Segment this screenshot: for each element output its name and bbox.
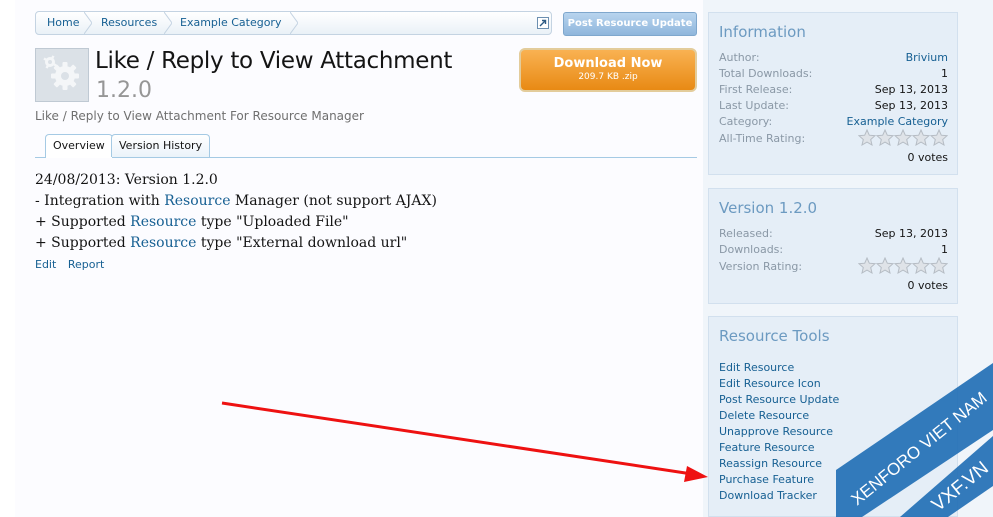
description-text: 24/08/2013: Version 1.2.0 [35, 172, 218, 188]
download-label: Download Now [553, 56, 663, 71]
tabs-divider [35, 157, 697, 158]
star-icon[interactable] [857, 128, 877, 147]
breadcrumb-separator-icon [164, 12, 172, 34]
tab-version-history[interactable]: Version History [111, 134, 211, 157]
resource-tools-block: Resource Tools Edit Resource Edit Resourc… [708, 316, 958, 517]
information-block: Information Author: Brivium Total Downlo… [708, 12, 958, 175]
star-icon[interactable] [911, 128, 931, 147]
resource-tool-link[interactable]: Post Resource Update [719, 393, 839, 406]
resource-tools-title: Resource Tools [719, 327, 830, 345]
description-text: - Integration with [35, 193, 165, 209]
version-title: Version 1.2.0 [719, 199, 818, 217]
post-actions: Edit Report [35, 258, 112, 271]
first-release-label: First Release: [719, 83, 793, 96]
last-update-value: Sep 13, 2013 [874, 99, 948, 112]
description-text: Manager (not support AJAX) [230, 193, 437, 209]
resource-link[interactable]: Resource [130, 214, 196, 230]
breadcrumb-separator-icon [84, 12, 92, 34]
breadcrumb-example-category[interactable]: Example Category [180, 12, 281, 34]
resource-tool-link[interactable]: Download Tracker [719, 489, 817, 502]
resource-icon [35, 48, 89, 102]
jump-to-page-icon[interactable] [537, 17, 549, 29]
update-description: 24/08/2013: Version 1.2.0 - Integration … [35, 170, 437, 254]
resource-tool-link[interactable]: Feature Resource [719, 441, 815, 454]
resource-tool-link[interactable]: Unapprove Resource [719, 425, 833, 438]
breadcrumb-separator-icon [290, 12, 298, 34]
star-icon[interactable] [893, 256, 913, 275]
star-icon[interactable] [911, 256, 931, 275]
description-line: - Integration with Resource Manager (not… [35, 191, 437, 212]
star-icon[interactable] [893, 128, 913, 147]
released-label: Released: [719, 227, 773, 240]
resource-tagline: Like / Reply to View Attachment For Reso… [35, 109, 364, 123]
star-icon[interactable] [929, 128, 949, 147]
description-text: + Supported [35, 214, 131, 230]
author-label: Author: [719, 51, 760, 64]
all-time-votes: 0 votes [907, 151, 948, 164]
resource-link[interactable]: Resource [130, 235, 196, 251]
category-label: Category: [719, 115, 773, 128]
description-text: + Supported [35, 235, 131, 251]
main-content: Home Resources Example Category Post Res… [15, 0, 703, 517]
star-icon[interactable] [875, 128, 895, 147]
report-link[interactable]: Report [68, 258, 104, 271]
breadcrumb-resources[interactable]: Resources [101, 12, 157, 34]
resource-tool-link[interactable]: Edit Resource [719, 361, 794, 374]
description-text: type "External download url" [196, 235, 408, 251]
resource-title: Like / Reply to View Attachment [95, 48, 453, 74]
resource-tool-link[interactable]: Edit Resource Icon [719, 377, 821, 390]
total-downloads-value: 1 [941, 67, 948, 80]
first-release-value: Sep 13, 2013 [874, 83, 948, 96]
resource-link[interactable]: Resource [164, 193, 230, 209]
post-resource-update-button[interactable]: Post Resource Update [563, 12, 697, 36]
version-rating-label: Version Rating: [719, 260, 803, 273]
information-title: Information [719, 23, 806, 41]
edit-link[interactable]: Edit [35, 258, 56, 271]
released-value: Sep 13, 2013 [874, 227, 948, 240]
version-downloads-label: Downloads: [719, 243, 784, 256]
star-icon[interactable] [929, 256, 949, 275]
description-line: + Supported Resource type "External down… [35, 233, 437, 254]
breadcrumb-home[interactable]: Home [47, 12, 79, 34]
resource-tool-link[interactable]: Reassign Resource [719, 457, 822, 470]
description-line: 24/08/2013: Version 1.2.0 [35, 170, 437, 191]
page: Home Resources Example Category Post Res… [15, 0, 993, 517]
version-block: Version 1.2.0 Released: Sep 13, 2013 Dow… [708, 188, 958, 304]
star-icon[interactable] [857, 256, 877, 275]
author-link[interactable]: Brivium [906, 51, 948, 64]
all-time-rating-label: All-Time Rating: [719, 132, 806, 145]
resource-tool-link[interactable]: Purchase Feature [719, 473, 814, 486]
description-line: + Supported Resource type "Uploaded File… [35, 212, 437, 233]
download-now-button[interactable]: Download Now 209.7 KB .zip [519, 48, 697, 92]
resource-version: 1.2.0 [96, 78, 152, 103]
version-downloads-value: 1 [941, 243, 948, 256]
category-link[interactable]: Example Category [847, 115, 948, 128]
tab-overview[interactable]: Overview [45, 134, 113, 158]
gear-icon [36, 49, 88, 101]
all-time-rating-stars[interactable] [857, 128, 949, 147]
version-votes: 0 votes [907, 279, 948, 292]
total-downloads-label: Total Downloads: [719, 67, 813, 80]
resource-tool-link[interactable]: Delete Resource [719, 409, 809, 422]
version-rating-stars[interactable] [857, 256, 949, 275]
last-update-label: Last Update: [719, 99, 789, 112]
download-file-size: 209.7 KB .zip [578, 72, 638, 82]
star-icon[interactable] [875, 256, 895, 275]
description-text: type "Uploaded File" [196, 214, 349, 230]
breadcrumb: Home Resources Example Category [35, 11, 552, 35]
